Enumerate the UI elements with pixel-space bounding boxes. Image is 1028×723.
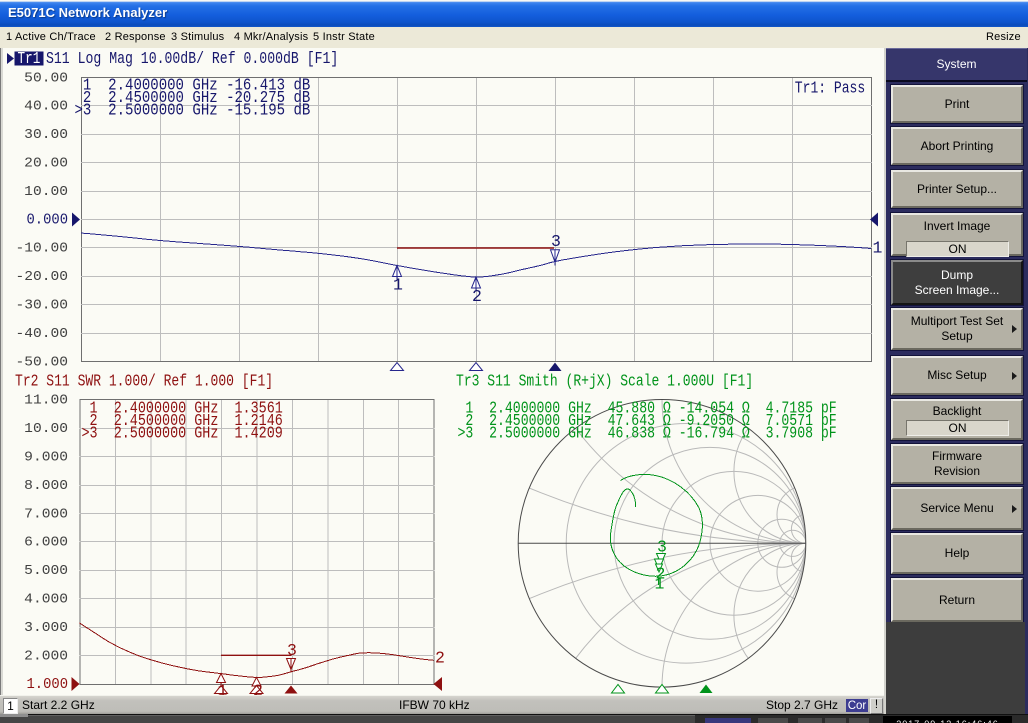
svg-text:Tr1: Tr1 xyxy=(18,49,41,68)
svg-text:-10.00: -10.00 xyxy=(16,242,69,257)
svg-text:0.000: 0.000 xyxy=(27,211,69,228)
svg-text:2: 2 xyxy=(435,649,445,668)
svg-text:-40.00: -40.00 xyxy=(16,327,69,342)
svg-text:3: 3 xyxy=(551,232,561,251)
svg-text:2.000: 2.000 xyxy=(24,650,68,665)
svg-text:1: 1 xyxy=(873,239,883,258)
svg-text:11.00: 11.00 xyxy=(24,394,68,409)
svg-text:9.000: 9.000 xyxy=(24,450,68,465)
svg-text:3: 3 xyxy=(287,641,297,660)
svg-text:-30.00: -30.00 xyxy=(16,299,69,314)
svg-text:2: 2 xyxy=(472,287,482,306)
svg-text:40.00: 40.00 xyxy=(24,100,68,115)
svg-text:8.000: 8.000 xyxy=(24,479,68,494)
svg-text:7.000: 7.000 xyxy=(24,507,68,522)
svg-text:10.00: 10.00 xyxy=(24,185,68,200)
svg-text:1: 1 xyxy=(655,575,665,594)
svg-text:Tr3 S11 Smith (R+jX) Scale 1.0: Tr3 S11 Smith (R+jX) Scale 1.000U [F1] xyxy=(456,372,753,391)
svg-text:5.000: 5.000 xyxy=(24,564,68,579)
svg-text:-20.00: -20.00 xyxy=(16,270,69,285)
svg-text:>3 2.5000000 GHz 46.838 Ω -1: >3 2.5000000 GHz 46.838 Ω -16.794 Ω 3.79… xyxy=(458,424,837,443)
svg-text:3: 3 xyxy=(657,538,667,557)
svg-text:Tr2 S11 SWR 1.000/ Ref 1.000 [: Tr2 S11 SWR 1.000/ Ref 1.000 [F1] xyxy=(15,372,273,391)
svg-text:30.00: 30.00 xyxy=(24,128,68,143)
svg-text:>3 2.5000000 GHz 1.4209: >3 2.5000000 GHz 1.4209 xyxy=(82,424,283,443)
svg-text:>3 2.5000000 GHz -15.195 dB: >3 2.5000000 GHz -15.195 dB xyxy=(75,101,311,120)
svg-text:S11 Log Mag 10.00dB/ Ref 0.000: S11 Log Mag 10.00dB/ Ref 0.000dB [F1] xyxy=(46,49,338,68)
svg-text:1.000: 1.000 xyxy=(27,676,69,693)
svg-text:10.00: 10.00 xyxy=(24,422,68,437)
svg-text:3.000: 3.000 xyxy=(24,621,68,636)
svg-text:1: 1 xyxy=(393,276,403,295)
svg-text:-50.00: -50.00 xyxy=(16,355,69,370)
svg-text:Tr1: Pass: Tr1: Pass xyxy=(795,79,865,98)
svg-text:20.00: 20.00 xyxy=(24,157,68,172)
svg-text:50.00: 50.00 xyxy=(24,71,68,86)
svg-text:1: 1 xyxy=(218,682,228,697)
svg-text:2: 2 xyxy=(253,682,263,697)
svg-text:6.000: 6.000 xyxy=(24,536,68,551)
svg-text:4.000: 4.000 xyxy=(24,593,68,608)
